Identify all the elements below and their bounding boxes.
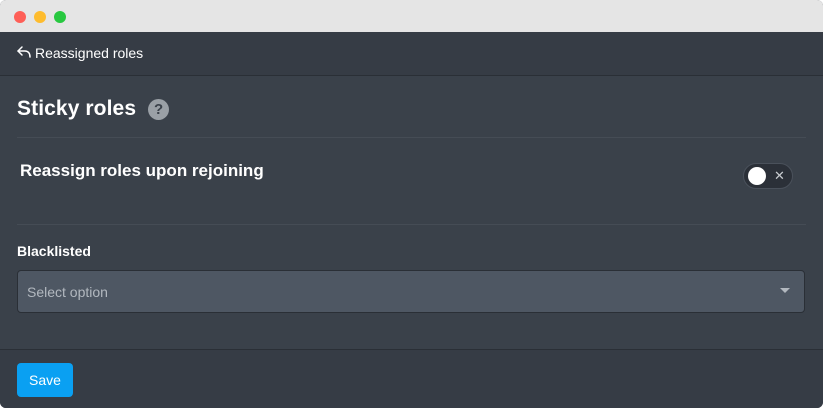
reassign-roles-label: Reassign roles upon rejoining — [20, 161, 264, 180]
settings-panel: Sticky roles ? Reassign roles upon rejoi… — [0, 76, 823, 349]
window-titlebar — [0, 0, 823, 32]
page-title: Sticky roles — [17, 97, 137, 120]
reassign-roles-toggle[interactable]: ✕ — [743, 163, 793, 189]
back-link[interactable]: Reassigned roles — [16, 43, 143, 63]
maximize-window-button[interactable] — [54, 11, 66, 23]
section-heading: Sticky roles ? — [17, 96, 170, 122]
navigation-bar: Reassigned roles — [0, 32, 823, 76]
save-button[interactable]: Save — [17, 363, 73, 397]
minimize-window-button[interactable] — [34, 11, 46, 23]
caret-down-icon — [780, 288, 790, 293]
app-window: Reassigned roles Sticky roles ? Reassign… — [0, 0, 823, 408]
select-placeholder: Select option — [27, 284, 108, 300]
blacklisted-label: Blacklisted — [17, 243, 91, 259]
blacklisted-select[interactable]: Select option — [17, 270, 805, 313]
footer-bar: Save — [0, 349, 823, 408]
divider — [17, 137, 806, 138]
reply-arrow-icon — [16, 44, 32, 63]
toggle-knob — [748, 167, 766, 185]
help-icon[interactable]: ? — [148, 98, 170, 120]
close-icon: ✕ — [774, 168, 785, 183]
close-window-button[interactable] — [14, 11, 26, 23]
divider — [17, 224, 806, 225]
back-link-label: Reassigned roles — [35, 45, 144, 61]
